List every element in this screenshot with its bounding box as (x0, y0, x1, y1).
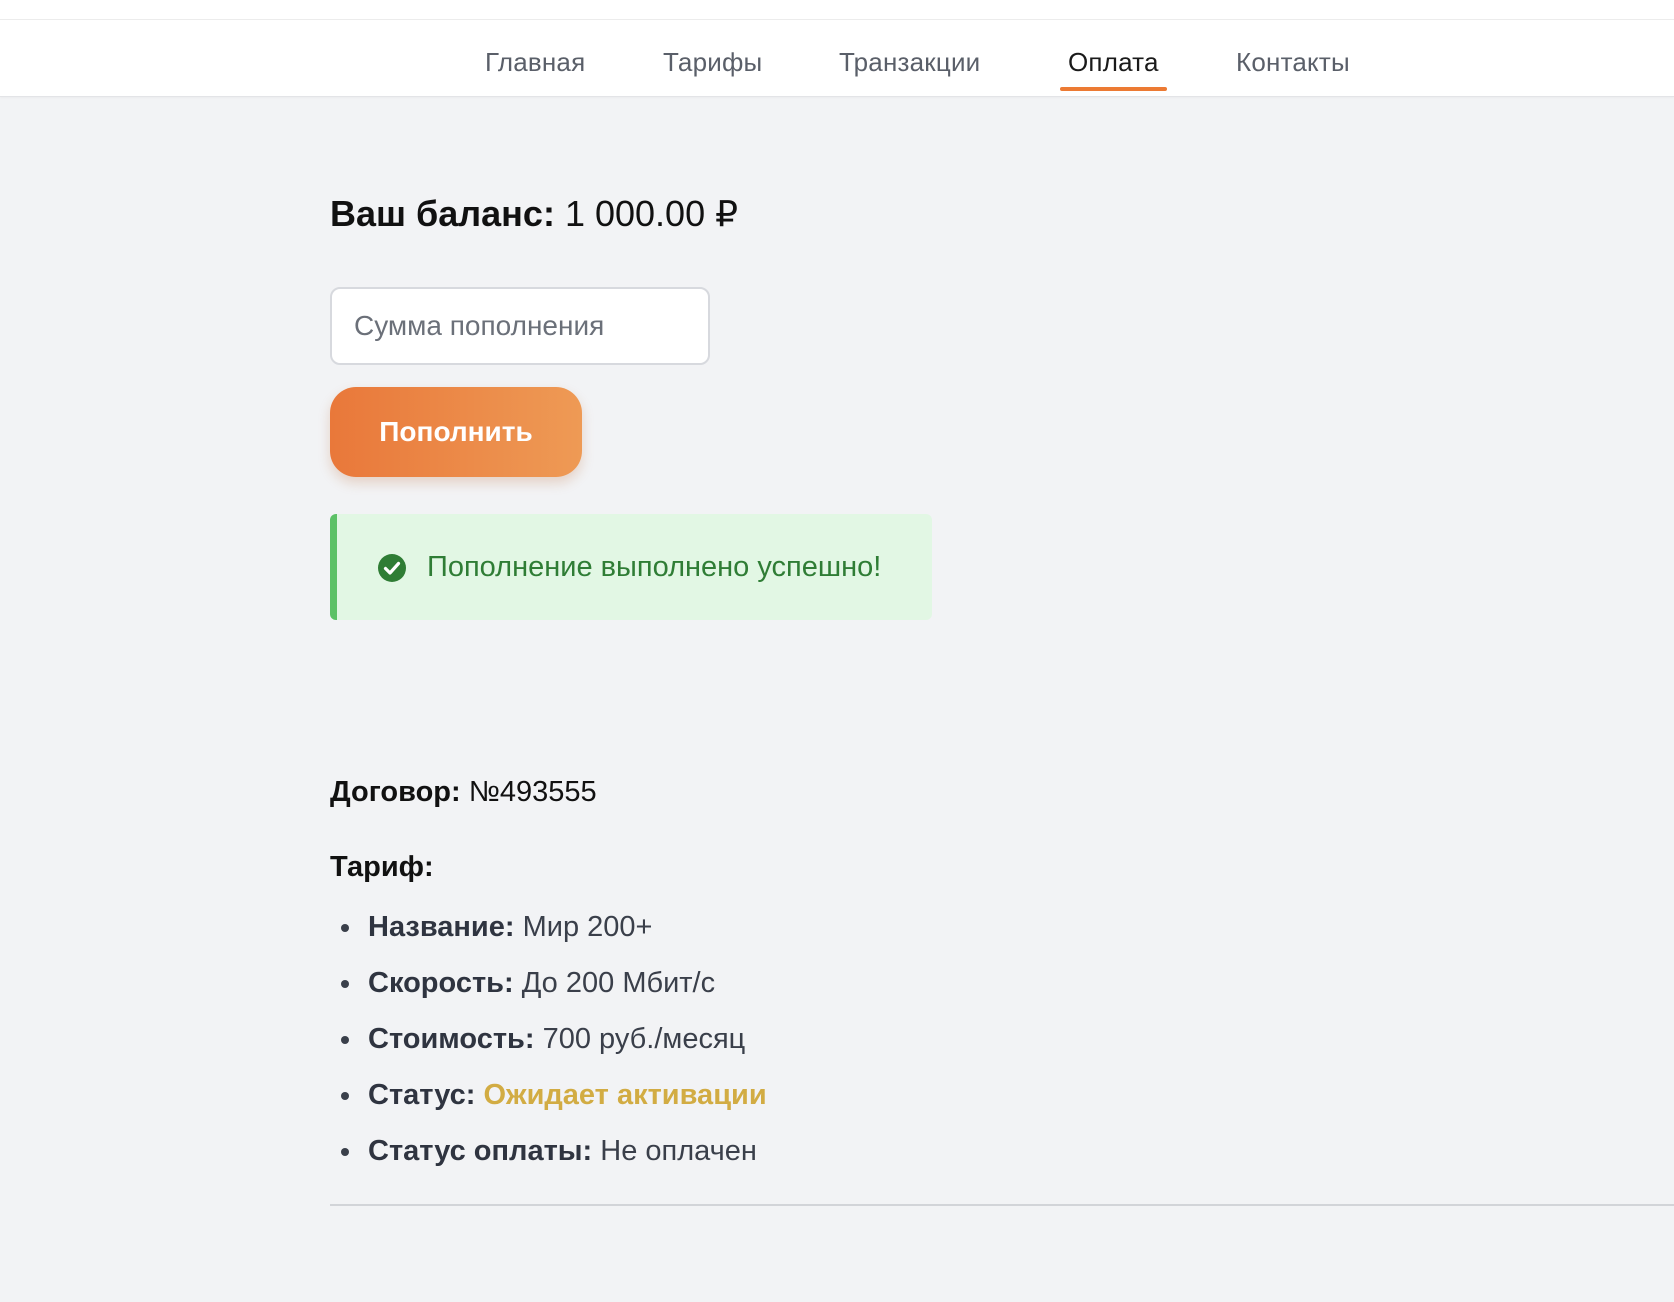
tariff-item-label: Статус оплаты: (368, 1135, 593, 1167)
tariff-item-name: Название: Мир 200+ (330, 910, 767, 966)
nav-item-transactions[interactable]: Транзакции (839, 47, 980, 78)
tariff-item-cost: Стоимость: 700 руб./месяц (330, 1022, 767, 1078)
tariff-item-value: До 200 Мбит/с (521, 967, 716, 999)
bullet-icon (341, 1148, 349, 1156)
balance-display: Ваш баланс: 1 000.00 ₽ (330, 193, 738, 235)
nav-item-label: Тарифы (663, 47, 763, 77)
nav-item-label: Главная (485, 47, 586, 77)
top-strip (0, 0, 1674, 20)
tariff-item-label: Стоимость: (368, 1023, 535, 1055)
bullet-icon (341, 924, 349, 932)
nav-item-payment[interactable]: Оплата (1060, 47, 1167, 91)
nav-item-tariffs[interactable]: Тарифы (663, 47, 762, 78)
divider (330, 1204, 1674, 1206)
status-badge: Ожидает активации (483, 1079, 767, 1111)
nav-item-home[interactable]: Главная (485, 47, 585, 78)
tariff-item-value: 700 руб./месяц (542, 1023, 746, 1055)
tariff-item-label: Скорость: (368, 967, 514, 999)
topup-button[interactable]: Пополнить (330, 387, 582, 477)
contract-number: №493555 (468, 776, 597, 808)
nav-item-label: Транзакции (839, 47, 981, 77)
bullet-icon (341, 1036, 349, 1044)
tariff-item-payment-status: Статус оплаты: Не оплачен (330, 1134, 767, 1190)
nav-item-label: Оплата (1068, 47, 1159, 77)
success-alert: Пополнение выполнено успешно! (330, 514, 932, 620)
tariff-item-label: Название: (368, 911, 515, 943)
main-navigation: Главная Тарифы Транзакции Оплата Контакт… (0, 20, 1674, 97)
active-tab-indicator (1060, 87, 1167, 91)
nav-item-contacts[interactable]: Контакты (1236, 47, 1350, 78)
check-circle-icon (378, 554, 406, 582)
balance-label: Ваш баланс: (330, 193, 555, 234)
tariff-item-speed: Скорость: До 200 Мбит/с (330, 966, 767, 1022)
tariff-details-list: Название: Мир 200+ Скорость: До 200 Мбит… (330, 910, 767, 1190)
nav-item-label: Контакты (1236, 47, 1350, 77)
alert-message: Пополнение выполнено успешно! (427, 551, 882, 583)
tariff-item-value: Не оплачен (600, 1135, 757, 1167)
balance-value: 1 000.00 ₽ (564, 193, 738, 234)
topup-amount-input[interactable] (330, 287, 710, 365)
contract-info: Договор: №493555 (330, 776, 597, 809)
bullet-icon (341, 980, 349, 988)
contract-label: Договор: (330, 776, 461, 808)
bullet-icon (341, 1092, 349, 1100)
tariff-item-label: Статус: (368, 1079, 476, 1111)
tariff-item-status: Статус: Ожидает активации (330, 1078, 767, 1134)
tariff-item-value: Мир 200+ (522, 911, 653, 943)
tariff-heading: Тариф: (330, 851, 434, 883)
